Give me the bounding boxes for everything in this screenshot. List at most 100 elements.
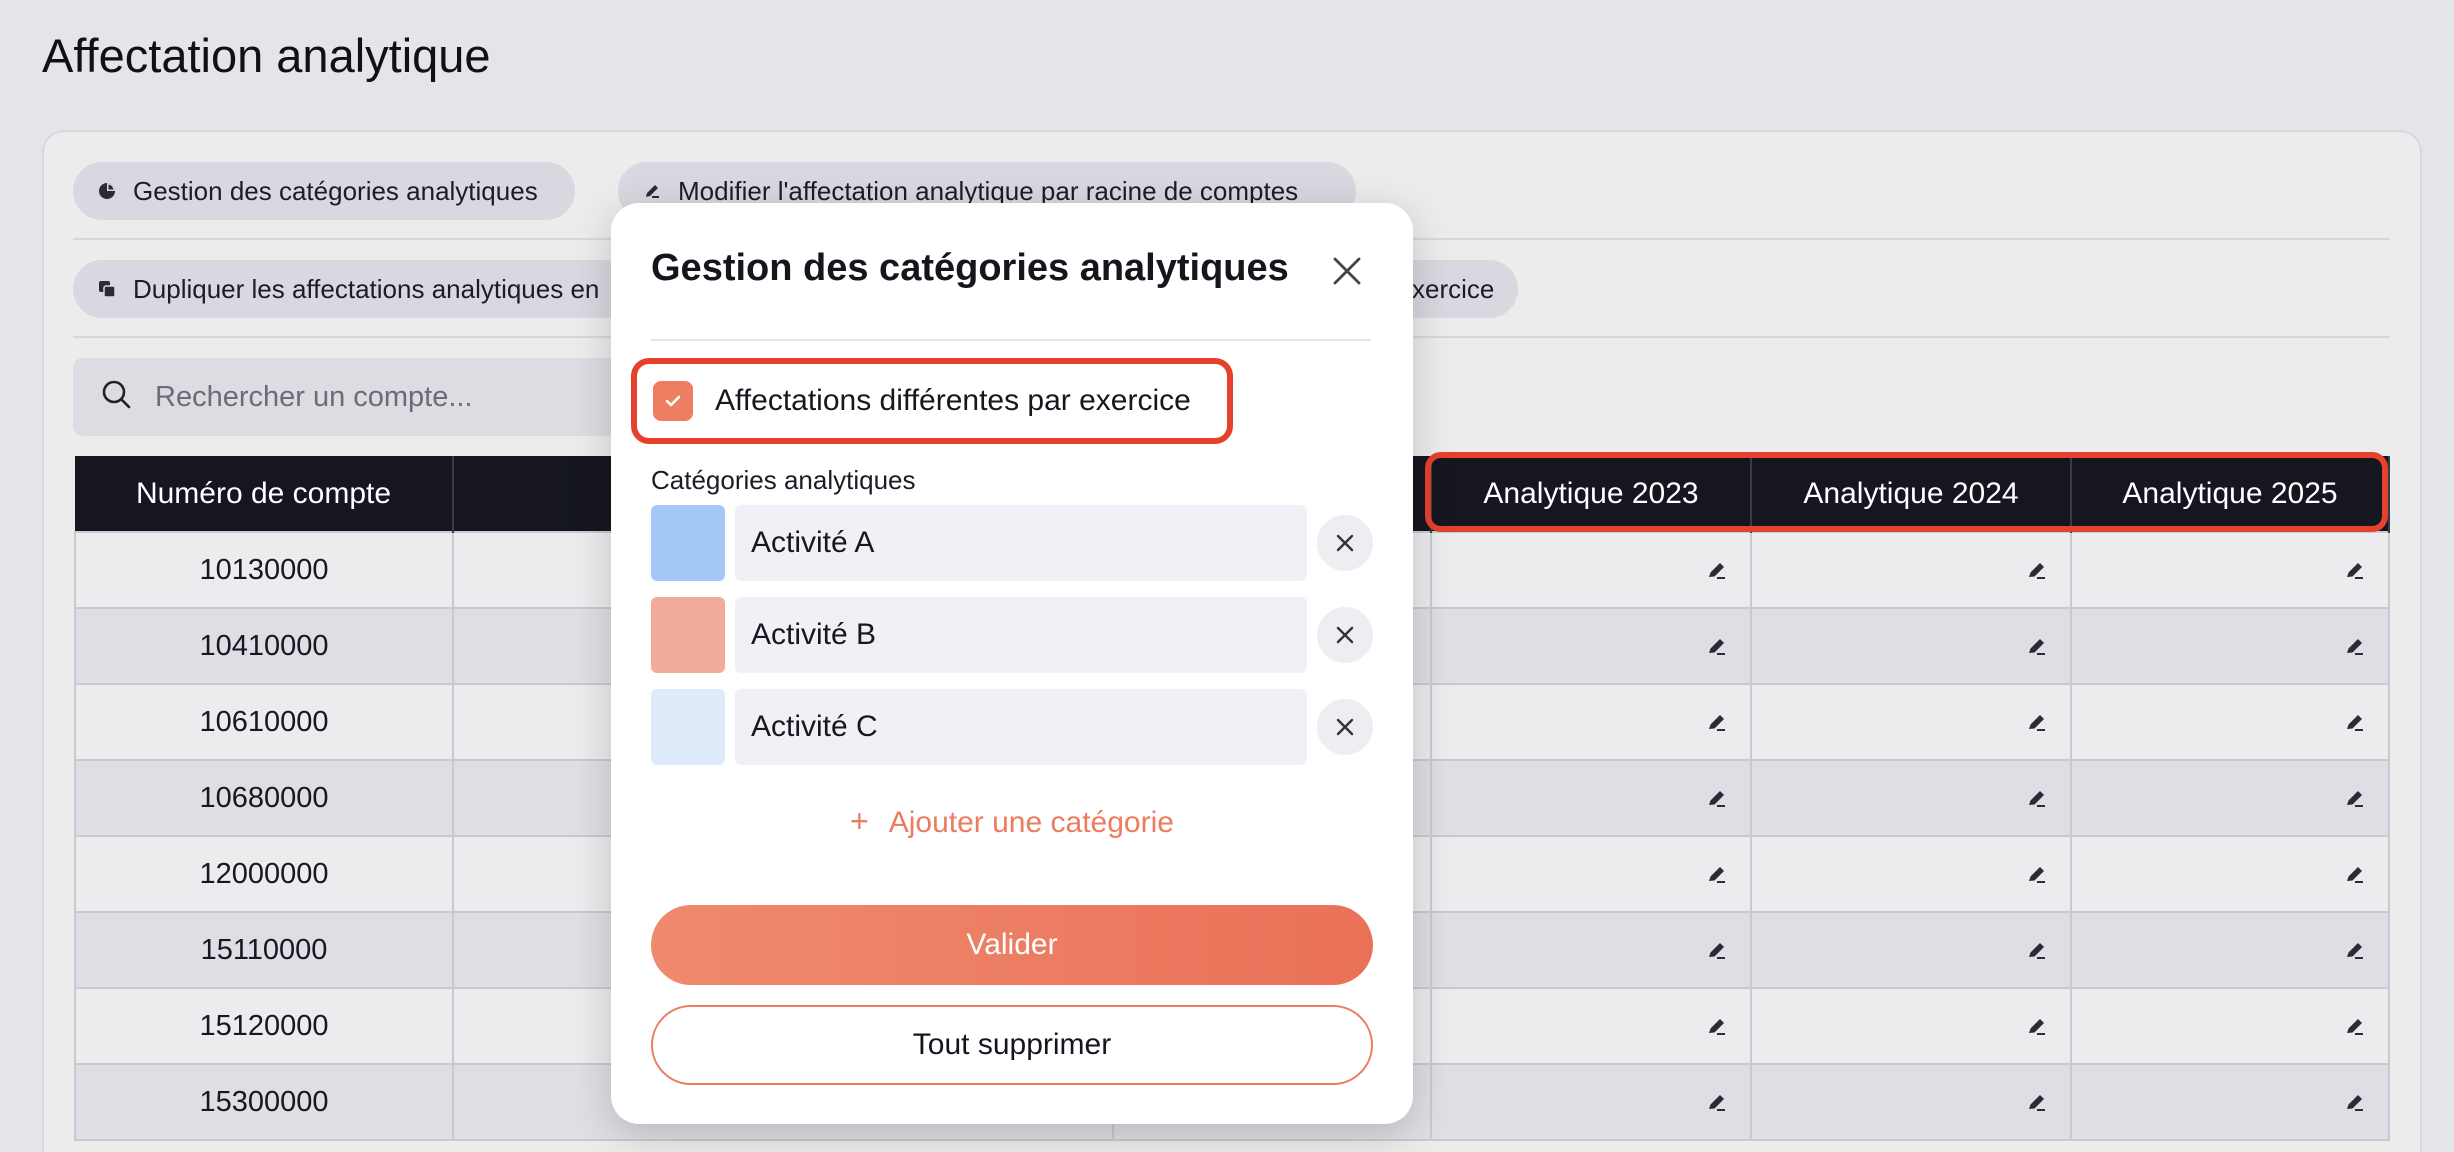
duplicate-button[interactable]: Dupliquer les affectations analytiques e… <box>73 260 633 318</box>
pencil-icon[interactable] <box>2026 1086 2048 1118</box>
category-name-input[interactable]: Activité C <box>735 689 1307 765</box>
pencil-icon[interactable] <box>1706 1086 1728 1118</box>
account-number-cell: 10410000 <box>74 607 454 685</box>
modal-divider <box>651 339 1371 341</box>
account-number-cell: 10680000 <box>74 759 454 837</box>
close-icon[interactable] <box>1329 253 1365 289</box>
analytique-2025-cell[interactable] <box>2070 987 2390 1065</box>
col-header-analytique-2023[interactable]: Analytique 2023 <box>1431 456 1752 532</box>
analytique-2023-cell[interactable] <box>1430 759 1752 837</box>
per-year-checkbox-row[interactable]: Affectations différentes par exercice <box>631 358 1233 444</box>
category-name-input[interactable]: Activité A <box>735 505 1307 581</box>
plus-icon: + <box>850 803 869 839</box>
edit-by-root-label: Modifier l'affectation analytique par ra… <box>678 175 1299 206</box>
close-icon <box>1336 534 1354 552</box>
per-year-checkbox-label: Affectations différentes par exercice <box>715 384 1191 417</box>
pencil-icon[interactable] <box>1706 706 1728 738</box>
category-color-swatch[interactable] <box>651 505 725 581</box>
analytique-2023-cell[interactable] <box>1430 607 1752 685</box>
analytique-2023-cell[interactable] <box>1430 911 1752 989</box>
account-number-cell: 10610000 <box>74 683 454 761</box>
pencil-icon[interactable] <box>2026 934 2048 966</box>
col-header-analytique-2024[interactable]: Analytique 2024 <box>1751 456 2072 532</box>
pencil-icon[interactable] <box>1706 934 1728 966</box>
remove-category-button[interactable] <box>1317 515 1373 571</box>
pencil-icon[interactable] <box>2344 1010 2366 1042</box>
pencil-icon[interactable] <box>1706 1010 1728 1042</box>
categories-section-label: Catégories analytiques <box>651 465 916 495</box>
analytique-2023-cell[interactable] <box>1430 987 1752 1065</box>
delete-all-button[interactable]: Tout supprimer <box>651 1005 1373 1085</box>
account-number-cell: 10130000 <box>74 531 454 609</box>
pencil-icon[interactable] <box>2344 934 2366 966</box>
pencil-icon[interactable] <box>2026 706 2048 738</box>
manage-categories-button[interactable]: Gestion des catégories analytiques <box>73 162 575 220</box>
pencil-icon[interactable] <box>1706 554 1728 586</box>
pencil-icon[interactable] <box>2026 554 2048 586</box>
account-number-cell: 15300000 <box>74 1063 454 1141</box>
pencil-icon[interactable] <box>2344 1086 2366 1118</box>
analytique-2025-cell[interactable] <box>2070 911 2390 989</box>
pencil-icon[interactable] <box>2026 782 2048 814</box>
category-row: Activité C <box>651 689 1373 765</box>
analytique-2025-cell[interactable] <box>2070 607 2390 685</box>
category-name-input[interactable]: Activité B <box>735 597 1307 673</box>
analytique-2023-cell[interactable] <box>1430 683 1752 761</box>
analytique-2024-cell[interactable] <box>1750 835 2072 913</box>
analytique-2025-cell[interactable] <box>2070 683 2390 761</box>
col-header-analytique-2025[interactable]: Analytique 2025 <box>2071 456 2390 532</box>
pencil-icon[interactable] <box>2344 782 2366 814</box>
account-number-cell: 12000000 <box>74 835 454 913</box>
check-icon <box>665 395 681 407</box>
remove-category-button[interactable] <box>1317 699 1373 755</box>
search-input[interactable] <box>155 380 635 414</box>
validate-button[interactable]: Valider <box>651 905 1373 985</box>
analytique-2025-cell[interactable] <box>2070 531 2390 609</box>
pencil-icon <box>642 181 662 201</box>
analytique-2024-cell[interactable] <box>1750 987 2072 1065</box>
pencil-icon[interactable] <box>2026 630 2048 662</box>
analytique-2024-cell[interactable] <box>1750 1063 2072 1141</box>
pencil-icon[interactable] <box>1706 782 1728 814</box>
analytique-2025-cell[interactable] <box>2070 835 2390 913</box>
pencil-icon[interactable] <box>2026 1010 2048 1042</box>
add-category-label: Ajouter une catégorie <box>888 806 1174 839</box>
close-icon <box>1336 626 1354 644</box>
per-year-checkbox[interactable] <box>653 381 693 421</box>
pencil-icon[interactable] <box>2344 554 2366 586</box>
pencil-icon[interactable] <box>1706 858 1728 890</box>
modal-title: Gestion des catégories analytiques <box>651 247 1289 289</box>
copy-icon <box>97 279 117 299</box>
category-row: Activité B <box>651 597 1373 673</box>
remove-category-button[interactable] <box>1317 607 1373 663</box>
pie-chart-icon <box>97 181 117 201</box>
pencil-icon[interactable] <box>2344 706 2366 738</box>
analytique-2023-cell[interactable] <box>1430 1063 1752 1141</box>
pencil-icon[interactable] <box>2344 630 2366 662</box>
category-row: Activité A <box>651 505 1373 581</box>
analytique-2023-cell[interactable] <box>1430 531 1752 609</box>
analytique-2024-cell[interactable] <box>1750 531 2072 609</box>
category-color-swatch[interactable] <box>651 689 725 765</box>
page-title: Affectation analytique <box>42 29 491 82</box>
duplicate-label: Dupliquer les affectations analytiques e… <box>133 273 600 304</box>
add-category-button[interactable]: + Ajouter une catégorie <box>611 803 1413 840</box>
analytique-2025-cell[interactable] <box>2070 759 2390 837</box>
analytique-2024-cell[interactable] <box>1750 759 2072 837</box>
analytique-2023-cell[interactable] <box>1430 835 1752 913</box>
account-number-cell: 15120000 <box>74 987 454 1065</box>
search-icon <box>101 379 133 416</box>
analytique-2024-cell[interactable] <box>1750 607 2072 685</box>
analytique-2024-cell[interactable] <box>1750 683 2072 761</box>
analytique-2024-cell[interactable] <box>1750 911 2072 989</box>
account-number-cell: 15110000 <box>74 911 454 989</box>
col-header-account[interactable]: Numéro de compte <box>75 456 454 532</box>
analytique-2025-cell[interactable] <box>2070 1063 2390 1141</box>
close-icon <box>1336 718 1354 736</box>
pencil-icon[interactable] <box>1706 630 1728 662</box>
pencil-icon[interactable] <box>2344 858 2366 890</box>
search-box[interactable] <box>73 358 673 436</box>
category-color-swatch[interactable] <box>651 597 725 673</box>
pencil-icon[interactable] <box>2026 858 2048 890</box>
categories-modal: Gestion des catégories analytiques Affec… <box>611 203 1413 1124</box>
